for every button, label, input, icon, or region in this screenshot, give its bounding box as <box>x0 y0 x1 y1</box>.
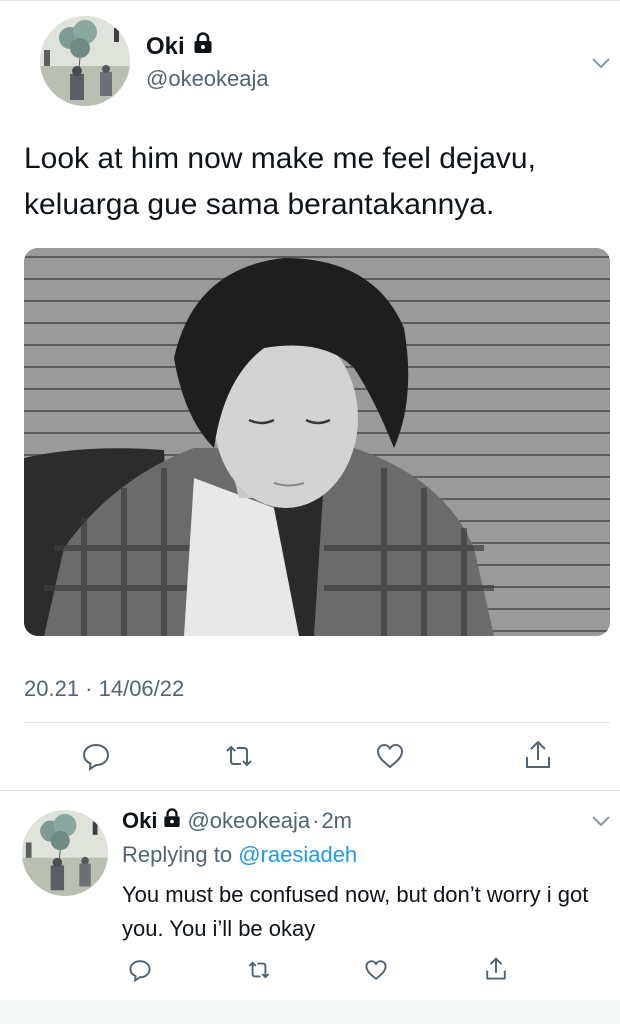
replying-to-link[interactable]: @raesiadeh <box>238 842 357 867</box>
heart-icon[interactable] <box>374 740 406 772</box>
share-icon[interactable] <box>482 954 510 984</box>
retweet-icon[interactable] <box>244 956 274 984</box>
share-icon[interactable] <box>522 738 554 772</box>
tweet-timestamp[interactable]: 20.21 · 14/06/22 <box>24 676 184 702</box>
avatar[interactable] <box>40 16 130 106</box>
display-name-text[interactable]: Oki <box>146 33 185 61</box>
tweet-photo[interactable] <box>24 248 610 636</box>
divider <box>0 790 620 791</box>
divider <box>24 722 610 723</box>
bottom-strip <box>0 1000 620 1024</box>
reply-display-name[interactable]: Oki <box>122 808 157 834</box>
chevron-down-icon[interactable] <box>590 52 612 74</box>
chevron-down-icon[interactable] <box>590 810 612 832</box>
display-name[interactable]: Oki <box>146 32 213 61</box>
top-divider <box>0 0 620 1</box>
reply-icon[interactable] <box>80 740 112 772</box>
reply-icon[interactable] <box>126 956 154 984</box>
replying-to-label: Replying to <box>122 842 233 867</box>
replying-to: Replying to @raesiadeh <box>122 842 357 868</box>
reply-handle[interactable]: @okeokeaja <box>187 808 310 834</box>
blind-stripe <box>24 256 610 258</box>
retweet-icon[interactable] <box>222 740 256 772</box>
tweet-text: Look at him now make me feel dejavu, kel… <box>24 142 536 221</box>
reply-header: Oki @okeokeaja · 2m <box>122 808 352 834</box>
handle[interactable]: @okeokeaja <box>146 66 269 92</box>
reply-text: You must be confused now, but don’t worr… <box>122 882 589 941</box>
separator: · <box>312 808 320 833</box>
lock-icon <box>193 32 213 61</box>
reply-avatar[interactable] <box>22 810 108 896</box>
heart-icon[interactable] <box>362 956 390 984</box>
lock-icon <box>163 808 181 834</box>
reply-time[interactable]: 2m <box>321 808 352 834</box>
